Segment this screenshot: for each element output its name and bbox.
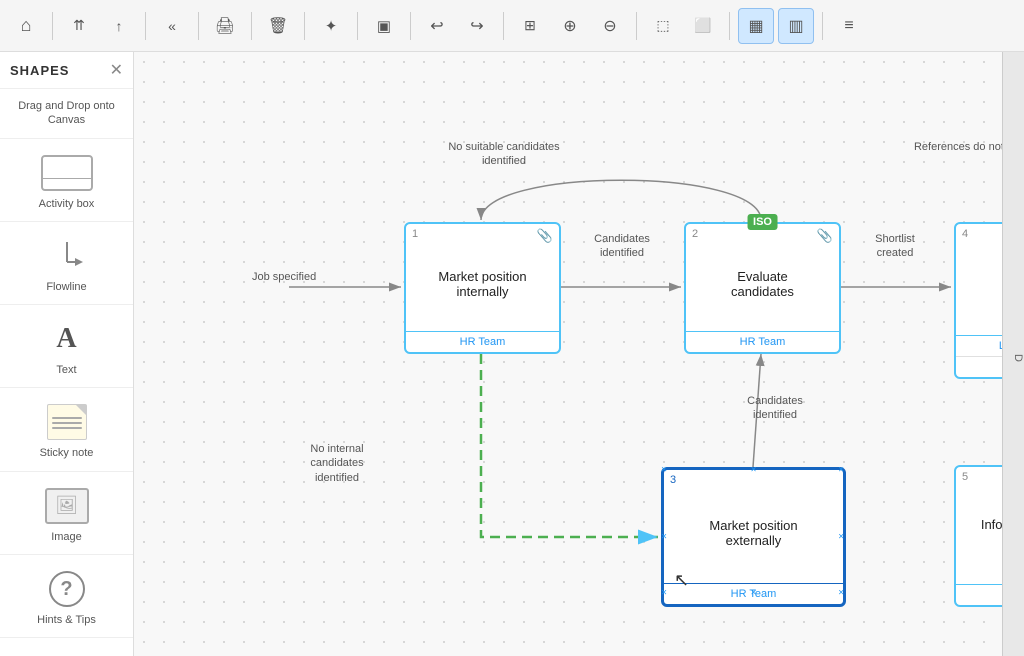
node5-number: 5 xyxy=(962,471,968,483)
flowline-label: Flowline xyxy=(46,280,86,294)
jump-top-button[interactable]: ⇈ xyxy=(61,8,97,44)
sep xyxy=(52,12,53,40)
right-panel-label: D xyxy=(1012,354,1024,362)
sidebar-item-flowline[interactable]: Flowline xyxy=(0,222,133,305)
right-panel-tab[interactable]: D xyxy=(1002,52,1024,656)
fit-page-button[interactable]: ⊞ xyxy=(512,8,548,44)
node2-clip-icon: 📎 xyxy=(817,228,833,244)
sep xyxy=(357,12,358,40)
label-job-specified: Job specified xyxy=(252,270,316,284)
sidebar-item-hints-tips[interactable]: ? Hints & Tips xyxy=(0,555,133,638)
iso-badge: ISO xyxy=(747,214,778,230)
label-candidates-identified: Candidatesidentified xyxy=(572,232,672,261)
node2-footer: HR Team xyxy=(686,331,839,352)
delete-button[interactable]: 🗑 xyxy=(260,8,296,44)
node1-clip-icon: 📎 xyxy=(537,228,553,244)
label-no-suitable: No suitable candidatesidentified xyxy=(444,140,564,169)
sidebar-section-drag-drop: Drag and Drop onto Canvas xyxy=(0,89,133,139)
sep xyxy=(145,12,146,40)
sep xyxy=(198,12,199,40)
sel-handle-tr: × xyxy=(838,465,844,476)
sep xyxy=(251,12,252,40)
node1-number: 1 xyxy=(412,228,418,240)
sticky-line xyxy=(52,422,82,424)
sidebar: SHAPES ✕ Drag and Drop onto Canvas Activ… xyxy=(0,52,134,656)
sel-handle-mr: × xyxy=(838,532,844,543)
sel-handle-br: × xyxy=(838,588,844,599)
frame2-button[interactable]: ⬜ xyxy=(685,8,721,44)
activity-box-icon xyxy=(37,151,97,195)
sep xyxy=(636,12,637,40)
zoom-in-button[interactable]: ⊕ xyxy=(552,8,588,44)
print-button[interactable]: 🖨 xyxy=(207,8,243,44)
node3-number: 3 xyxy=(670,474,676,486)
undo-button[interactable]: ↩ xyxy=(419,8,455,44)
sep xyxy=(410,12,411,40)
sidebar-close-button[interactable]: ✕ xyxy=(110,60,123,80)
sticky-note-label: Sticky note xyxy=(40,446,94,460)
panel-toggle-button[interactable]: ▦ xyxy=(738,8,774,44)
sel-handle-ml: × xyxy=(661,532,667,543)
canvas[interactable]: Job specified No suitable candidatesiden… xyxy=(134,52,1024,656)
toolbar: ⌂ ⇈ ↑ « 🖨 🗑 ✦ ▣ ↩ ↪ ⊞ ⊕ ⊖ ⬚ ⬜ ▦ ▥ ≡ xyxy=(0,0,1024,52)
frame-button[interactable]: ⬚ xyxy=(645,8,681,44)
drag-drop-label: Drag and Drop onto Canvas xyxy=(0,99,133,128)
node1-footer: HR Team xyxy=(406,331,559,352)
image-icon: 🖼 xyxy=(37,484,97,528)
sel-handle-bl: × xyxy=(661,588,667,599)
sidebar-header: SHAPES ✕ xyxy=(0,52,133,89)
sticky-line xyxy=(52,417,82,419)
hints-tips-icon: ? xyxy=(37,567,97,611)
flowline-svg xyxy=(49,238,85,274)
cursor: ↖ xyxy=(674,570,689,591)
image-label: Image xyxy=(51,530,82,544)
activity-box-shape xyxy=(41,155,93,191)
node-evaluate-candidates[interactable]: ISO 2 📎 Evaluatecandidates HR Team xyxy=(684,222,841,354)
sidebar-item-sticky-note[interactable]: Sticky note xyxy=(0,388,133,471)
panel-toggle2-button[interactable]: ▥ xyxy=(778,8,814,44)
move-up-button[interactable]: ↑ xyxy=(101,8,137,44)
select-button[interactable]: ▣ xyxy=(366,8,402,44)
label-shortlist-created: Shortlistcreated xyxy=(850,232,940,261)
label-candidates-identified2: Candidatesidentified xyxy=(730,394,820,423)
hints-shape: ? xyxy=(49,571,85,607)
align-button[interactable]: ≡ xyxy=(831,8,867,44)
node3-label: Market positionexternally xyxy=(664,470,843,583)
sticky-lines xyxy=(48,405,86,433)
prev-button[interactable]: « xyxy=(154,8,190,44)
flowline-icon xyxy=(37,234,97,278)
sticky-note-icon xyxy=(37,400,97,444)
sidebar-item-text[interactable]: A Text xyxy=(0,305,133,388)
sidebar-item-image[interactable]: 🖼 Image xyxy=(0,472,133,555)
stamp-button[interactable]: ✦ xyxy=(313,8,349,44)
sel-handle-tc: × xyxy=(751,465,757,476)
node4-number: 4 xyxy=(962,228,968,240)
sep xyxy=(729,12,730,40)
activity-box-label: Activity box xyxy=(39,197,95,211)
redo-button[interactable]: ↪ xyxy=(459,8,495,44)
sidebar-title: SHAPES xyxy=(10,63,69,78)
text-icon: A xyxy=(37,317,97,361)
text-shape: A xyxy=(56,323,76,355)
sidebar-item-activity-box[interactable]: Activity box xyxy=(0,139,133,222)
home-button[interactable]: ⌂ xyxy=(8,8,44,44)
sel-handle-bc: × xyxy=(751,588,757,599)
text-label: Text xyxy=(56,363,76,377)
hints-tips-label: Hints & Tips xyxy=(37,613,96,627)
node-market-position-internally[interactable]: 1 📎 Market positioninternally HR Team xyxy=(404,222,561,354)
main-layout: SHAPES ✕ Drag and Drop onto Canvas Activ… xyxy=(0,52,1024,656)
sep xyxy=(304,12,305,40)
image-shape: 🖼 xyxy=(45,488,89,524)
sep xyxy=(503,12,504,40)
node2-number: 2 xyxy=(692,228,698,240)
sticky-shape xyxy=(47,404,87,440)
sep xyxy=(822,12,823,40)
label-no-internal: No internalcandidatesidentified xyxy=(282,442,392,485)
sticky-line xyxy=(52,427,82,429)
sel-handle-tl: × xyxy=(661,465,667,476)
zoom-out-button[interactable]: ⊖ xyxy=(592,8,628,44)
